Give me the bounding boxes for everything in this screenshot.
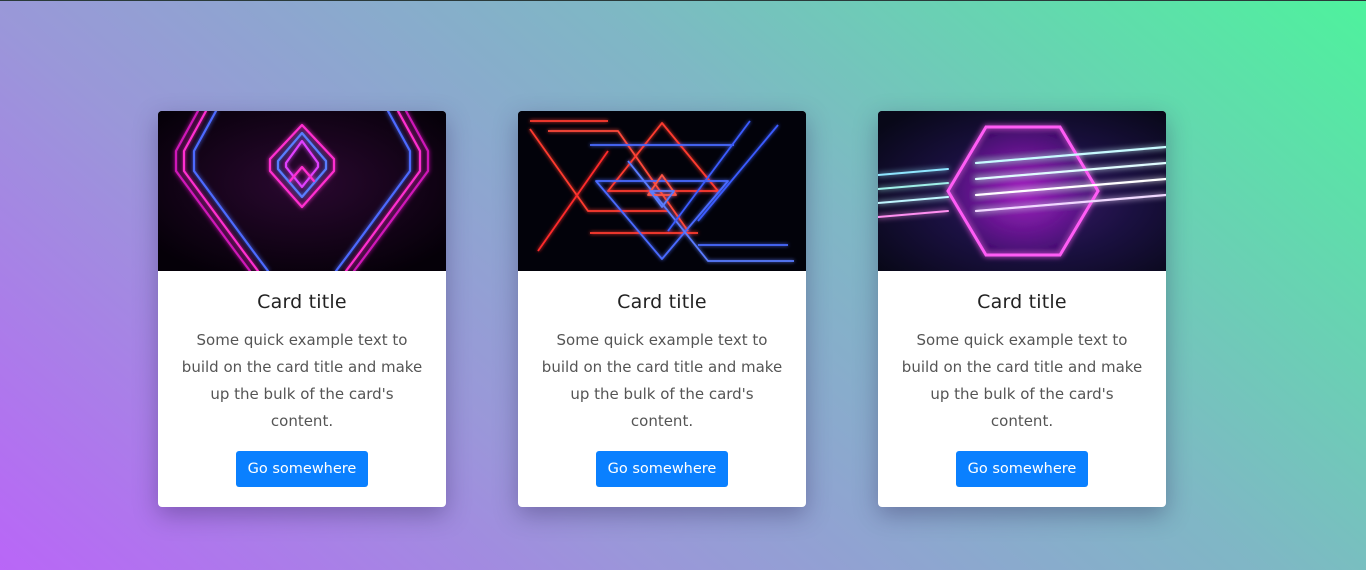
- card: Card title Some quick example text to bu…: [878, 111, 1166, 507]
- go-somewhere-button[interactable]: Go somewhere: [955, 451, 1089, 487]
- neon-triangles-image: [518, 111, 806, 271]
- card-title: Card title: [977, 291, 1067, 313]
- card-text: Some quick example text to build on the …: [181, 331, 423, 430]
- neon-chevrons-image: [158, 111, 446, 271]
- card-deck: Card title Some quick example text to bu…: [158, 111, 1166, 507]
- card-text: Some quick example text to build on the …: [901, 331, 1143, 430]
- card-text: Some quick example text to build on the …: [541, 331, 783, 430]
- go-somewhere-button[interactable]: Go somewhere: [595, 451, 729, 487]
- top-border: [0, 0, 1366, 1]
- card-title: Card title: [257, 291, 347, 313]
- neon-hexagon-image: [878, 111, 1166, 271]
- card-title: Card title: [617, 291, 707, 313]
- go-somewhere-button[interactable]: Go somewhere: [235, 451, 369, 487]
- card: Card title Some quick example text to bu…: [158, 111, 446, 507]
- card: Card title Some quick example text to bu…: [518, 111, 806, 507]
